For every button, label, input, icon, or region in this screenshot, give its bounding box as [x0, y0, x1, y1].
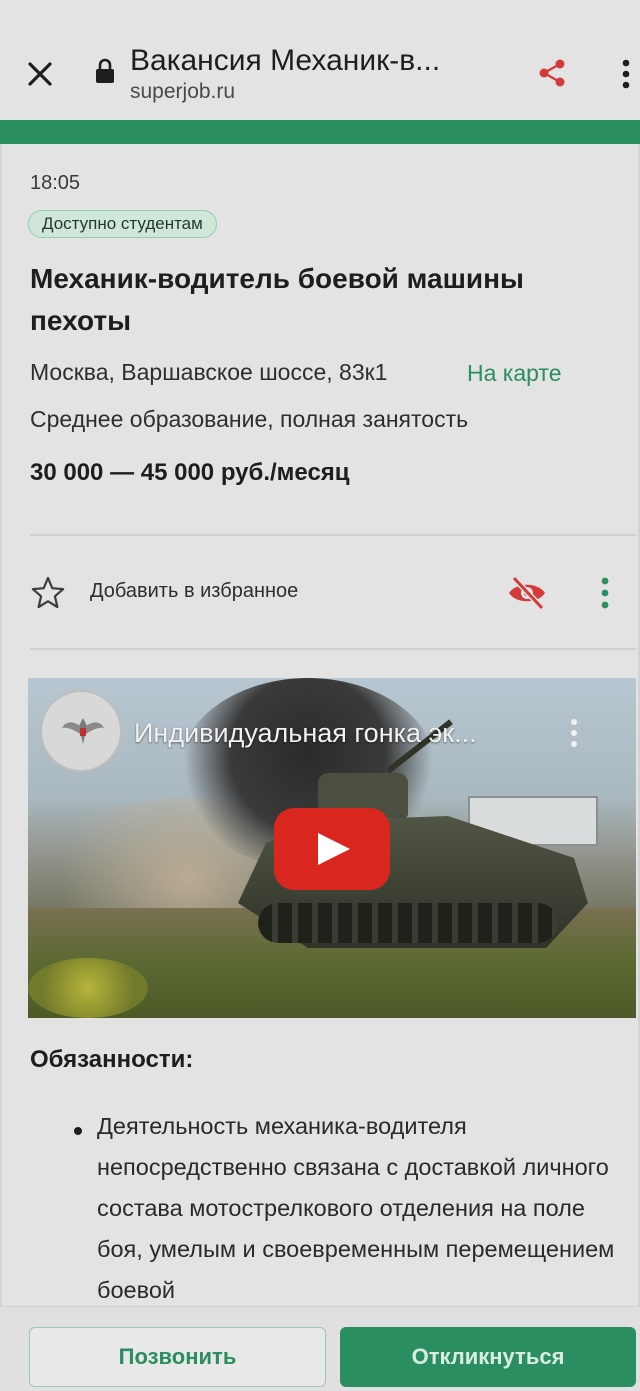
list-item: Деятельность механика-водителя непосредс… [97, 1113, 615, 1303]
status-badge: Доступно студентам [28, 210, 217, 238]
map-link[interactable]: На карте [467, 360, 562, 387]
divider [30, 534, 636, 536]
apply-button[interactable]: Откликнуться [340, 1327, 636, 1387]
address-text: Москва, Варшавское шоссе, 83к1 [30, 359, 388, 385]
close-icon[interactable] [22, 56, 58, 92]
share-icon[interactable] [538, 58, 566, 88]
video-player[interactable]: Индивидуальная гонка эк... [28, 678, 636, 1018]
tab-title[interactable]: Вакансия Механик-в... [130, 44, 490, 78]
more-options-icon[interactable] [592, 574, 618, 612]
url-text[interactable]: superjob.ru [130, 80, 235, 104]
play-button[interactable] [274, 808, 390, 890]
bottom-action-bar: Позвонить Откликнуться [0, 1306, 640, 1391]
video-thumbnail-bush [28, 958, 148, 1018]
add-to-favorites-button[interactable]: Добавить в избранное [90, 580, 298, 603]
lock-icon [96, 58, 114, 83]
emblem-icon [62, 718, 104, 744]
status-bar [0, 0, 640, 14]
kebab-menu-icon[interactable] [614, 56, 638, 92]
star-icon[interactable] [30, 575, 66, 611]
video-thumbnail-tracks [258, 903, 558, 943]
salary-text: 30 000 — 45 000 руб./месяц [30, 459, 350, 486]
publish-time: 18:05 [30, 172, 81, 194]
channel-avatar[interactable] [40, 690, 122, 772]
header-accent-bar [0, 120, 640, 144]
video-title[interactable]: Индивидуальная гонка эк... [134, 718, 554, 749]
list-bullet [74, 1127, 82, 1135]
conditions-text: Среднее образование, полная занятость [30, 406, 469, 432]
browser-toolbar: Вакансия Механик-в... superjob.ru [0, 14, 640, 120]
divider [30, 648, 636, 650]
video-more-icon[interactable] [566, 716, 582, 750]
play-icon [318, 833, 350, 865]
duties-heading: Обязанности: [30, 1046, 194, 1073]
eye-off-icon[interactable] [506, 574, 548, 612]
page-title: Механик-водитель боевой машины пехоты [30, 263, 524, 336]
call-button[interactable]: Позвонить [29, 1327, 326, 1387]
